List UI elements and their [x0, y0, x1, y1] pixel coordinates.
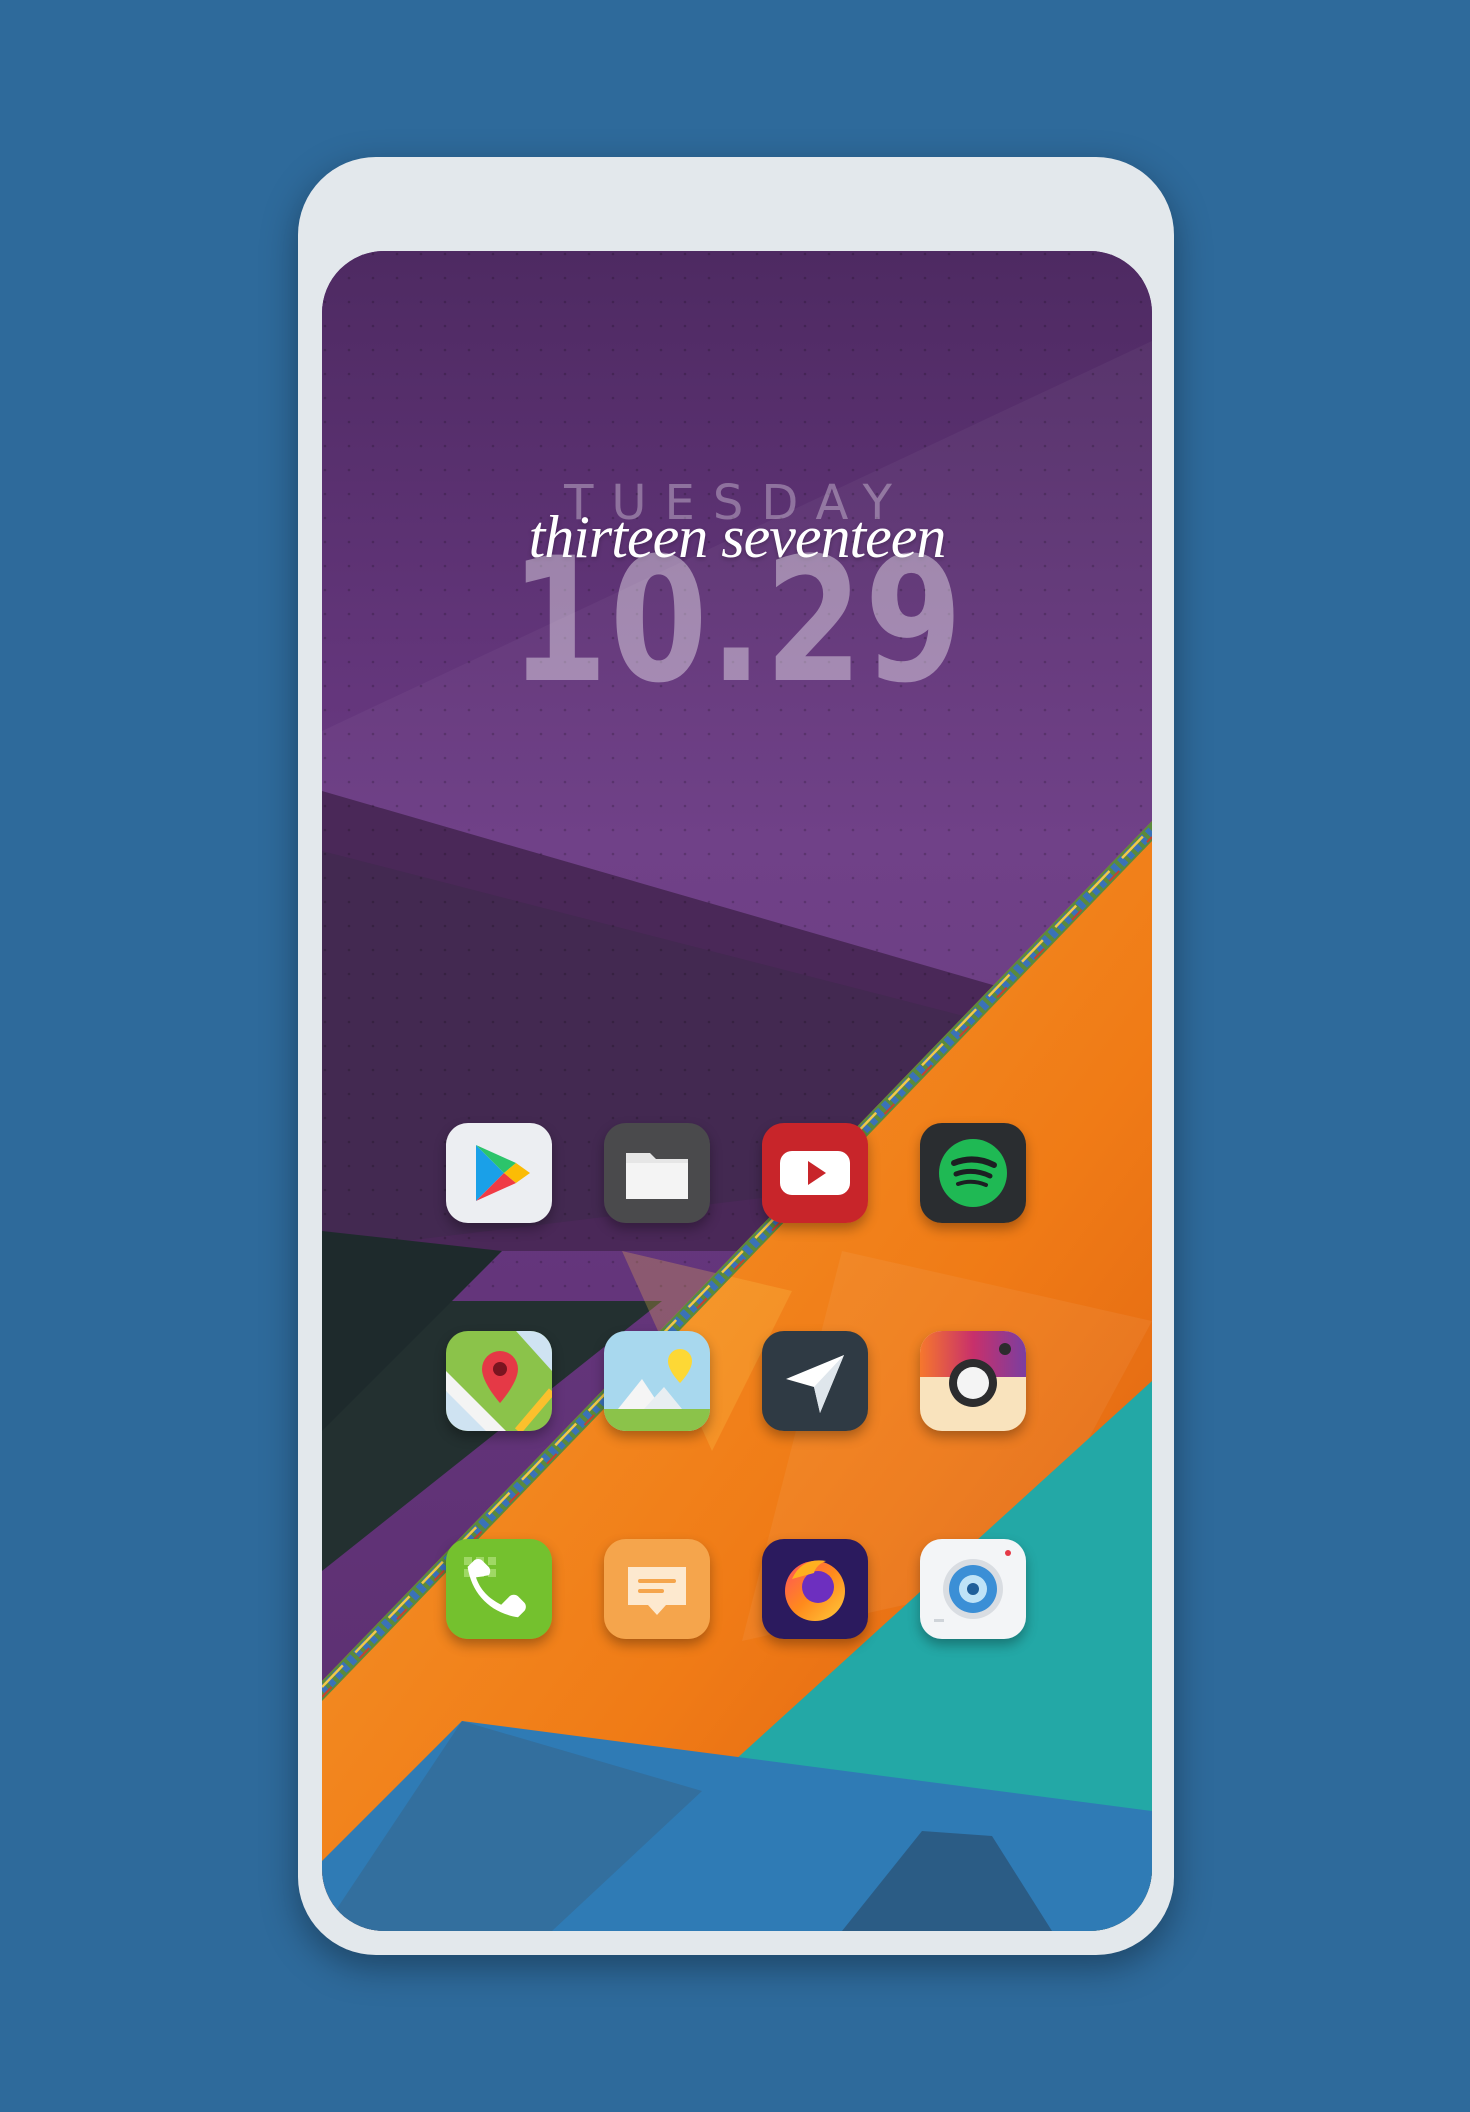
play-store-icon[interactable]	[446, 1123, 552, 1223]
home-screen: TUESDAY thirteen seventeen 10.29	[322, 251, 1152, 1931]
phone-frame: TUESDAY thirteen seventeen 10.29	[298, 157, 1174, 1955]
gallery-icon[interactable]	[604, 1331, 710, 1431]
camera-icon[interactable]	[920, 1539, 1026, 1639]
files-icon[interactable]	[604, 1123, 710, 1223]
phone-icon[interactable]	[446, 1539, 552, 1639]
instagram-icon[interactable]	[920, 1331, 1026, 1431]
spotify-icon[interactable]	[920, 1123, 1026, 1223]
app-grid	[322, 251, 1152, 1931]
telegram-icon[interactable]	[762, 1331, 868, 1431]
firefox-icon[interactable]	[762, 1539, 868, 1639]
messages-icon[interactable]	[604, 1539, 710, 1639]
youtube-icon[interactable]	[762, 1123, 868, 1223]
maps-icon[interactable]	[446, 1331, 552, 1431]
